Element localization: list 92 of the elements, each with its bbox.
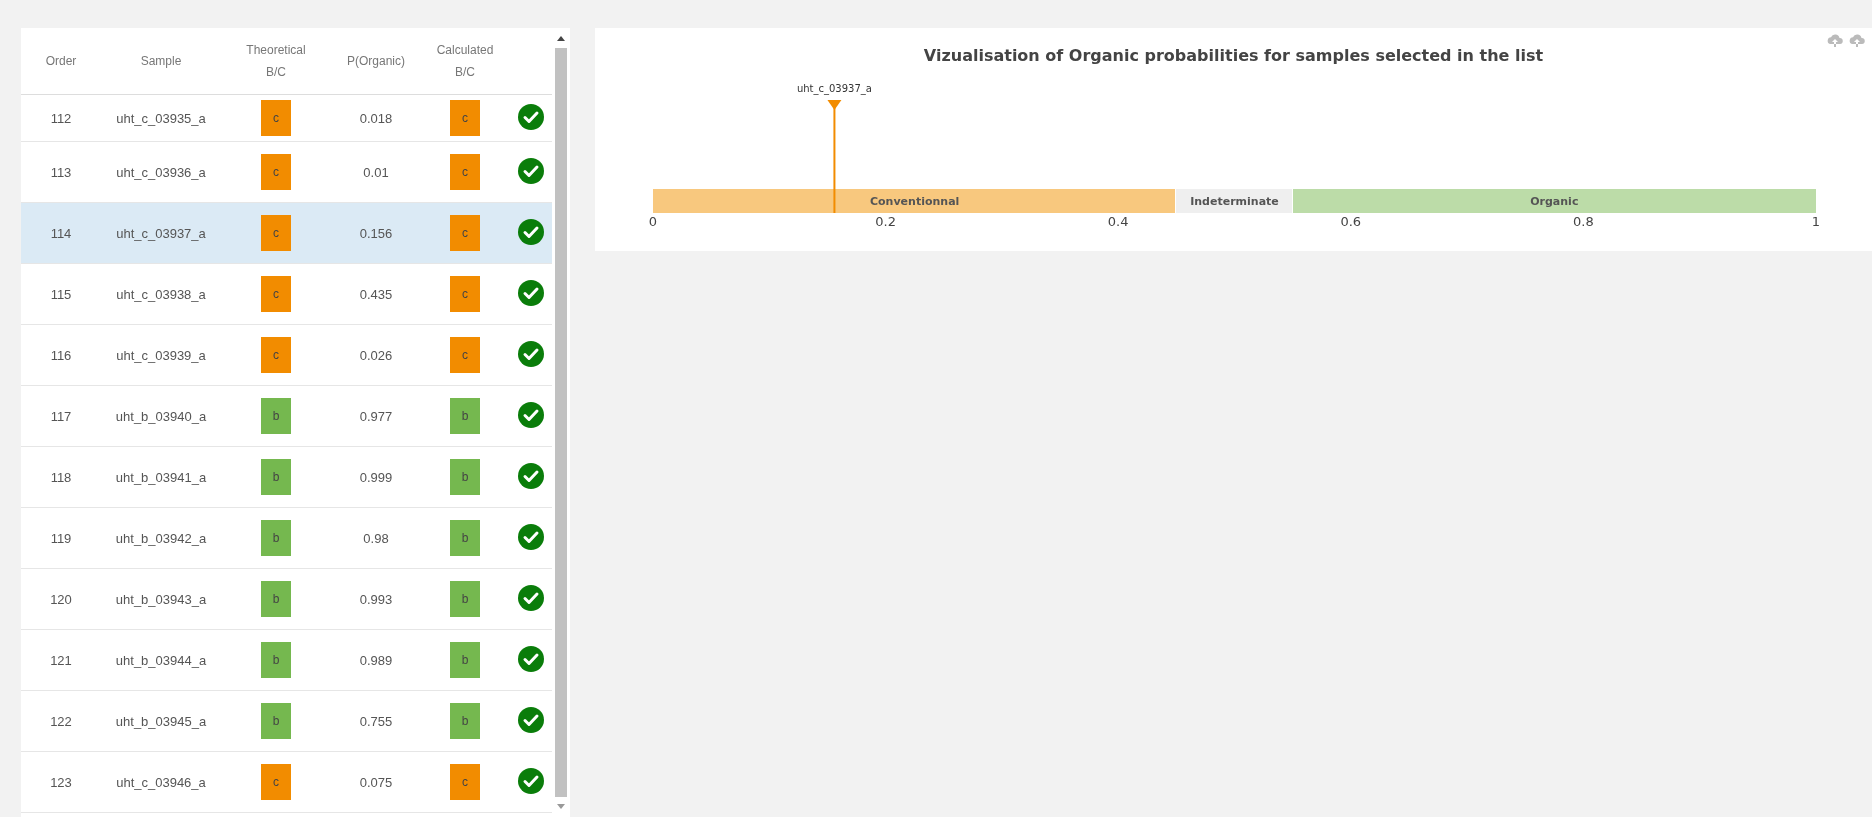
table-row[interactable]: 120 uht_b_03943_a b 0.993 b: [21, 569, 552, 630]
table-cell: uht_c_03939_a: [116, 347, 206, 363]
class-badge: b: [261, 581, 291, 617]
table-cell: 113: [50, 164, 72, 180]
table-cell: uht_b_03940_a: [115, 408, 207, 424]
table-cell: 117: [50, 408, 72, 424]
table-row[interactable]: 117 uht_b_03940_a b 0.977 b: [21, 386, 552, 447]
class-badge: b: [261, 703, 291, 739]
table-cell: uht_c_03936_a: [116, 164, 206, 180]
probability-band: Indeterminate: [1176, 189, 1293, 213]
table-cell: 0.977: [359, 408, 393, 424]
class-badge: c: [261, 100, 291, 136]
class-badge: b: [450, 642, 480, 678]
class-badge: c: [450, 276, 480, 312]
chart-title: Vizualisation of Organic probabilities for samples selected in the list: [922, 46, 1545, 65]
column-header[interactable]: P(Organic): [347, 50, 405, 72]
table-cell: 123: [50, 774, 72, 790]
axis-tick-label: 0.8: [1573, 214, 1594, 229]
class-badge: b: [450, 703, 480, 739]
sample-marker[interactable]: [827, 100, 842, 214]
table-cell: 0.989: [359, 652, 393, 668]
table-cell: uht_c_03937_a: [116, 225, 206, 241]
class-badge: b: [261, 398, 291, 434]
class-badge: c: [261, 337, 291, 373]
scroll-up-icon[interactable]: [556, 34, 566, 42]
axis-tick-label: 1: [1811, 214, 1821, 229]
table-cell: 0.993: [359, 591, 393, 607]
table-row[interactable]: 114 uht_c_03937_a c 0.156 c: [21, 203, 552, 264]
class-badge: c: [261, 276, 291, 312]
table-cell: uht_c_03946_a: [116, 774, 206, 790]
cloud-upload-icon[interactable]: [1848, 32, 1866, 50]
table-cell: 119: [50, 530, 72, 546]
table-cell: uht_b_03942_a: [115, 530, 207, 546]
table-row[interactable]: 122 uht_b_03945_a b 0.755 b: [21, 691, 552, 752]
table-row[interactable]: 115 uht_c_03938_a c 0.435 c: [21, 264, 552, 325]
class-badge: b: [450, 398, 480, 434]
table-row[interactable]: 112 uht_c_03935_a c 0.018 c: [21, 95, 552, 142]
table-cell: uht_b_03943_a: [115, 591, 207, 607]
column-header[interactable]: Theoretical B/C: [246, 39, 306, 83]
axis-tick-label: 0: [648, 214, 658, 229]
probability-band: Conventionnal: [653, 189, 1177, 213]
table-cell: 0.98: [363, 530, 389, 546]
column-header[interactable]: Sample: [140, 50, 182, 72]
table-cell: uht_c_03938_a: [116, 286, 206, 302]
table-cell: 0.435: [359, 286, 393, 302]
table-cell: 0.026: [359, 347, 393, 363]
table-cell: 114: [50, 225, 72, 241]
probability-band: Organic: [1292, 189, 1816, 213]
class-badge: c: [450, 764, 480, 800]
column-header[interactable]: Order: [45, 50, 77, 72]
table-cell: 120: [50, 591, 72, 607]
class-badge: b: [261, 459, 291, 495]
table-cell: 0.018: [359, 110, 393, 126]
class-badge: c: [450, 154, 480, 190]
class-badge: b: [450, 581, 480, 617]
class-badge: c: [261, 764, 291, 800]
axis-tick-label: 0.4: [1107, 214, 1129, 229]
table-cell: 0.01: [363, 164, 389, 180]
class-badge: c: [450, 215, 480, 251]
class-badge: c: [261, 215, 291, 251]
marker-label: uht_c_03937_a: [796, 83, 872, 94]
table-row[interactable]: 123 uht_c_03946_a c 0.075 c: [21, 752, 552, 813]
table-cell: 0.999: [359, 469, 393, 485]
table-cell: uht_b_03945_a: [115, 713, 207, 729]
class-badge: c: [261, 154, 291, 190]
table-cell: 0.156: [359, 225, 393, 241]
table-row[interactable]: 116 uht_c_03939_a c 0.026 c: [21, 325, 552, 386]
table-cell: uht_b_03944_a: [115, 652, 207, 668]
table-cell: 116: [50, 347, 72, 363]
class-badge: c: [450, 337, 480, 373]
table-cell: uht_c_03935_a: [116, 110, 206, 126]
table-cell: 118: [50, 469, 72, 485]
class-badge: b: [261, 520, 291, 556]
table-cell: 115: [50, 286, 72, 302]
table-cell: uht_b_03941_a: [115, 469, 207, 485]
class-badge: c: [450, 100, 480, 136]
table-cell: 122: [50, 713, 72, 729]
scroll-down-icon[interactable]: [556, 803, 566, 811]
table-row[interactable]: 119 uht_b_03942_a b 0.98 b: [21, 508, 552, 569]
axis-tick-label: 0.2: [875, 214, 896, 229]
axis-tick-label: 0.6: [1340, 214, 1362, 229]
class-badge: b: [450, 459, 480, 495]
table-row[interactable]: 121 uht_b_03944_a b 0.989 b: [21, 630, 552, 691]
cloud-upload-icon[interactable]: [1826, 32, 1844, 50]
table-cell: 0.755: [359, 713, 393, 729]
column-header[interactable]: Calculated B/C: [436, 39, 494, 83]
class-badge: b: [261, 642, 291, 678]
table-cell: 121: [50, 652, 72, 668]
table-row[interactable]: 118 uht_b_03941_a b 0.999 b: [21, 447, 552, 508]
class-badge: b: [450, 520, 480, 556]
table-cell: 112: [50, 110, 72, 126]
table-cell: 0.075: [359, 774, 393, 790]
